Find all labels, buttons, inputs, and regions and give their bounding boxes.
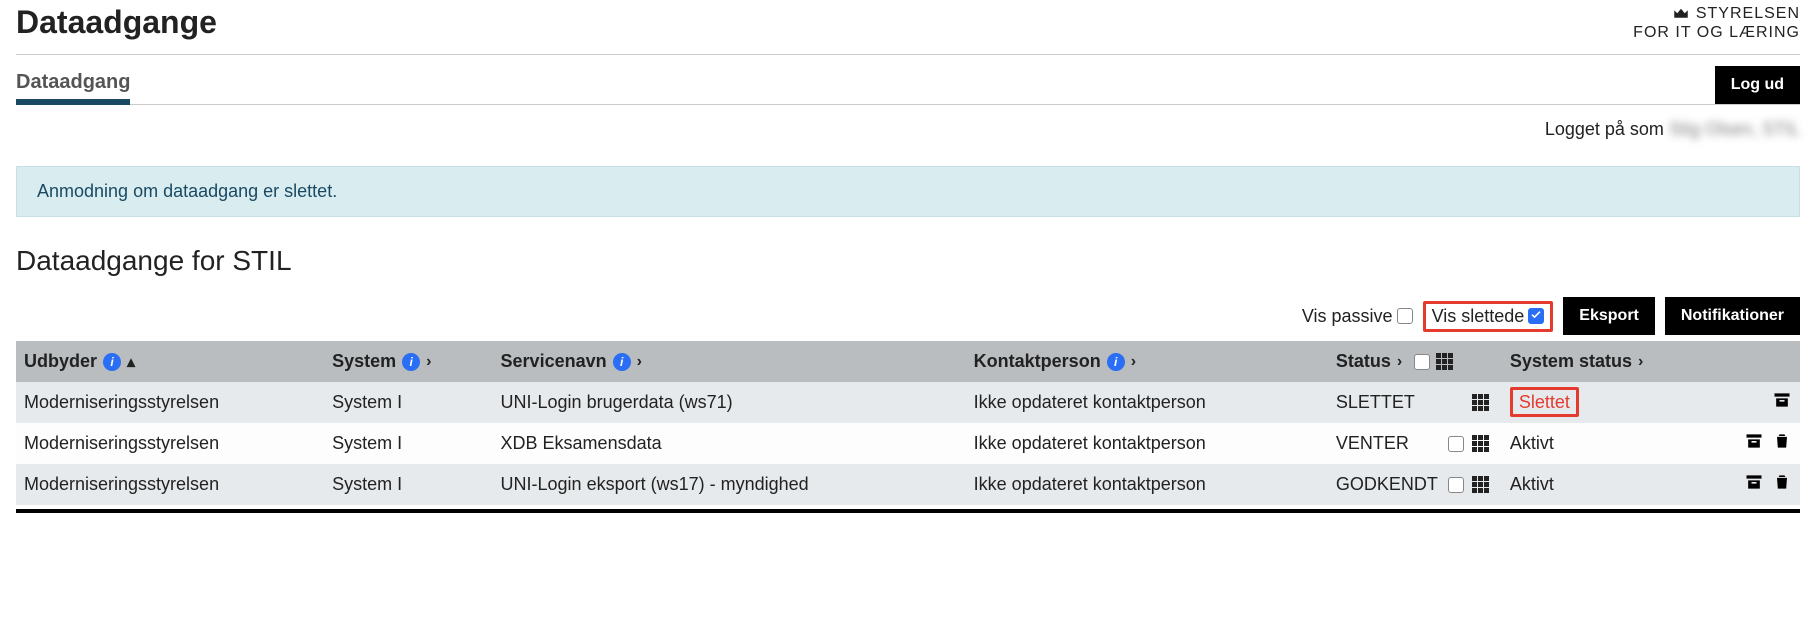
grid-icon[interactable] (1472, 435, 1490, 453)
vis-slettede-label: Vis slettede (1432, 306, 1525, 327)
status-value: SLETTET (1336, 392, 1415, 413)
chevron-right-icon: › (1131, 353, 1136, 371)
cell-actions (1720, 464, 1800, 505)
col-udbyder-label: Udbyder (24, 351, 97, 372)
cell-system-status: Aktivt (1502, 464, 1720, 505)
status-value: VENTER (1336, 433, 1409, 454)
vis-slettede-checkbox[interactable] (1528, 308, 1544, 324)
vis-passive-label: Vis passive (1302, 306, 1393, 327)
trash-icon[interactable] (1772, 472, 1792, 497)
cell-servicenavn: UNI-Login brugerdata (ws71) (493, 382, 966, 423)
col-servicenavn[interactable]: Servicenavn i › (493, 341, 966, 382)
col-status-label: Status (1336, 351, 1391, 372)
tab-dataadgang[interactable]: Dataadgang (16, 65, 130, 104)
archive-icon[interactable] (1744, 472, 1764, 497)
col-system-label: System (332, 351, 396, 372)
login-prefix: Logget på som (1545, 119, 1664, 139)
row-select-checkbox[interactable] (1448, 436, 1464, 452)
grid-icon[interactable] (1472, 476, 1490, 494)
cell-status: SLETTET (1328, 382, 1502, 423)
col-system-status[interactable]: System status › (1502, 341, 1720, 382)
grid-icon[interactable] (1472, 394, 1490, 412)
section-title: Dataadgange for STIL (16, 245, 1800, 277)
crown-icon (1672, 5, 1690, 23)
archive-icon[interactable] (1772, 390, 1792, 415)
col-udbyder[interactable]: Udbyder i ▴ (16, 341, 324, 382)
cell-system: System I (324, 382, 492, 423)
col-kontaktperson[interactable]: Kontaktperson i › (966, 341, 1328, 382)
cell-system: System I (324, 423, 492, 464)
cell-kontaktperson: Ikke opdateret kontaktperson (966, 382, 1328, 423)
table-footer-rule (16, 509, 1800, 513)
vis-slettede-highlight: Vis slettede (1423, 301, 1554, 332)
sort-asc-icon: ▴ (127, 352, 135, 372)
alert-banner: Anmodning om dataadgang er slettet. (16, 166, 1800, 217)
notifikationer-button[interactable]: Notifikationer (1665, 297, 1800, 335)
table-row: ModerniseringsstyrelsenSystem IUNI-Login… (16, 464, 1800, 505)
cell-system-status: Slettet (1502, 382, 1720, 423)
system-status-highlight: Slettet (1510, 387, 1579, 417)
vis-passive-toggle[interactable]: Vis passive (1302, 306, 1413, 327)
cell-servicenavn: UNI-Login eksport (ws17) - myndighed (493, 464, 966, 505)
cell-udbyder: Moderniseringsstyrelsen (16, 382, 324, 423)
col-servicenavn-label: Servicenavn (501, 351, 607, 372)
cell-kontaktperson: Ikke opdateret kontaktperson (966, 423, 1328, 464)
info-icon[interactable]: i (1107, 353, 1125, 371)
check-icon (1530, 310, 1542, 322)
status-value: GODKENDT (1336, 474, 1438, 495)
col-status[interactable]: Status › (1328, 341, 1502, 382)
col-system[interactable]: System i › (324, 341, 492, 382)
trash-icon[interactable] (1772, 431, 1792, 456)
system-status-value: Aktivt (1510, 433, 1554, 453)
info-icon[interactable]: i (103, 353, 121, 371)
tab-underline (16, 99, 130, 105)
alert-text: Anmodning om dataadgang er slettet. (37, 181, 337, 201)
login-info: Logget på som Stig Olsen, STIL (16, 105, 1800, 158)
grid-icon[interactable] (1436, 353, 1454, 371)
brand-line1: STYRELSEN (1696, 4, 1800, 23)
table-row: ModerniseringsstyrelsenSystem IUNI-Login… (16, 382, 1800, 423)
col-actions (1720, 341, 1800, 382)
cell-servicenavn: XDB Eksamensdata (493, 423, 966, 464)
cell-udbyder: Moderniseringsstyrelsen (16, 423, 324, 464)
select-all-checkbox[interactable] (1414, 354, 1430, 370)
chevron-right-icon: › (1638, 353, 1643, 371)
dataadgange-table: Udbyder i ▴ System i › Servicenavn i › K… (16, 341, 1800, 505)
vis-passive-checkbox[interactable] (1397, 308, 1413, 324)
logout-button[interactable]: Log ud (1715, 66, 1800, 104)
eksport-button[interactable]: Eksport (1563, 297, 1655, 335)
cell-kontaktperson: Ikke opdateret kontaktperson (966, 464, 1328, 505)
col-system-status-label: System status (1510, 351, 1632, 372)
chevron-right-icon: › (1397, 353, 1402, 371)
brand-line2: FOR IT OG LÆRING (1633, 23, 1800, 42)
info-icon[interactable]: i (402, 353, 420, 371)
cell-status: GODKENDT (1328, 464, 1502, 505)
page-title: Dataadgange (16, 4, 217, 41)
system-status-value: Aktivt (1510, 474, 1554, 494)
info-icon[interactable]: i (613, 353, 631, 371)
cell-actions (1720, 382, 1800, 423)
brand-logo: STYRELSEN FOR IT OG LÆRING (1633, 4, 1800, 42)
vis-slettede-toggle[interactable]: Vis slettede (1432, 306, 1545, 327)
chevron-right-icon: › (637, 353, 642, 371)
tab-label: Dataadgang (16, 71, 130, 93)
archive-icon[interactable] (1744, 431, 1764, 456)
chevron-right-icon: › (426, 353, 431, 371)
cell-actions (1720, 423, 1800, 464)
row-select-checkbox[interactable] (1448, 477, 1464, 493)
cell-system-status: Aktivt (1502, 423, 1720, 464)
system-status-value: Slettet (1519, 392, 1570, 412)
col-kontaktperson-label: Kontaktperson (974, 351, 1101, 372)
cell-system: System I (324, 464, 492, 505)
cell-status: VENTER (1328, 423, 1502, 464)
cell-udbyder: Moderniseringsstyrelsen (16, 464, 324, 505)
login-username: Stig Olsen, STIL (1669, 119, 1800, 140)
table-row: ModerniseringsstyrelsenSystem IXDB Eksam… (16, 423, 1800, 464)
